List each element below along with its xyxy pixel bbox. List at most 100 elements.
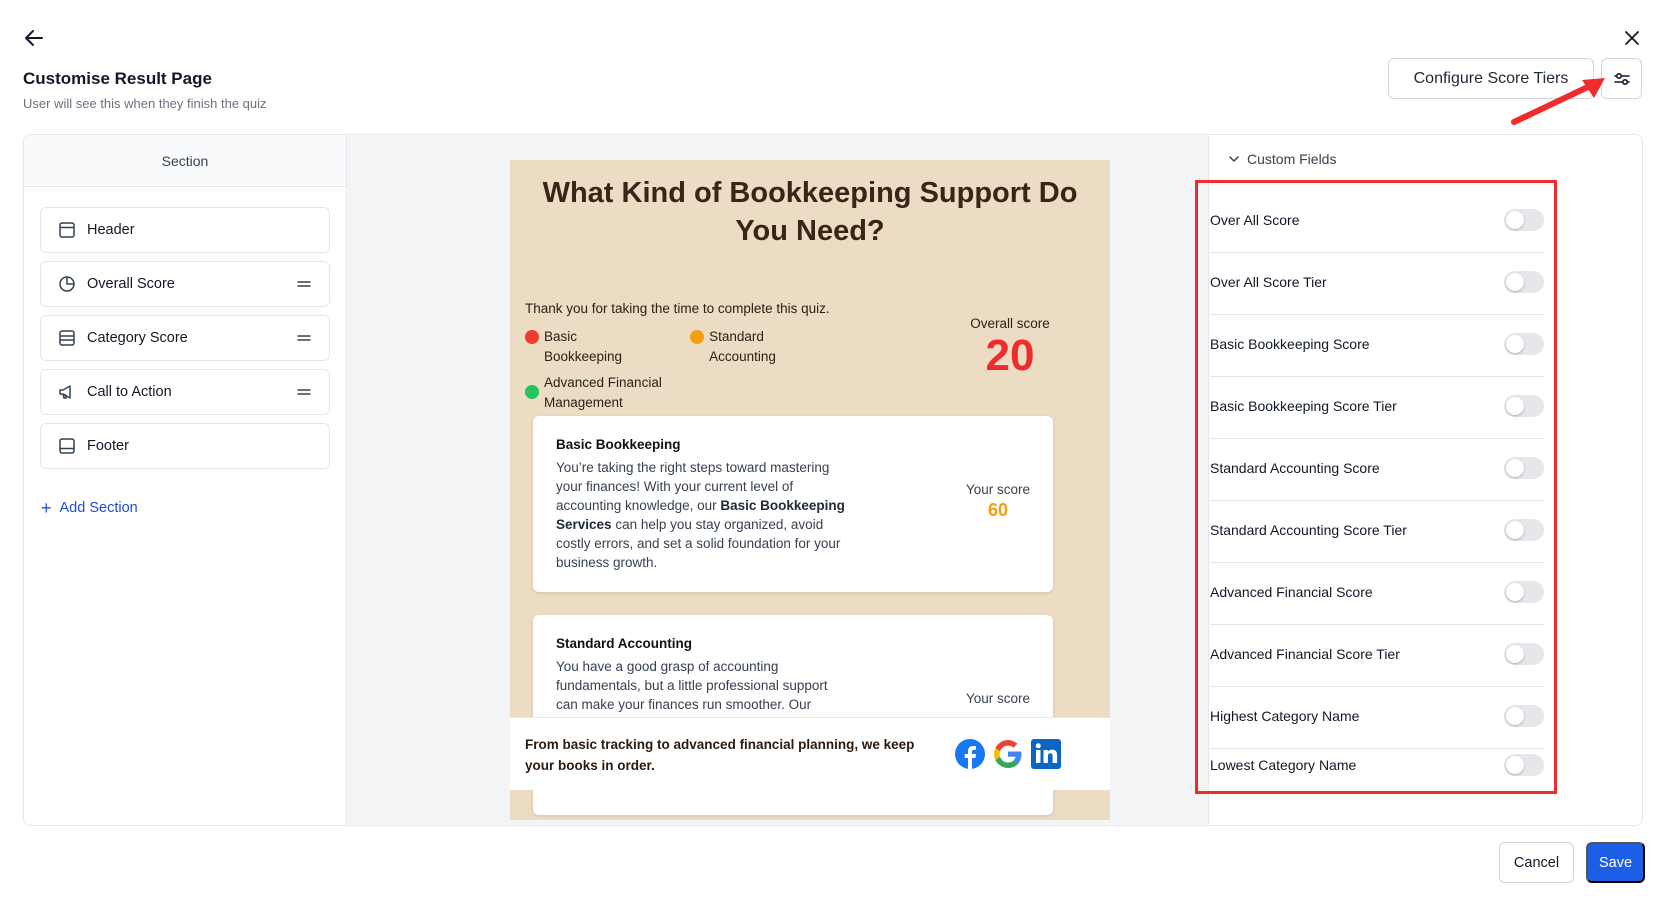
legend-dot-green	[525, 385, 539, 399]
field-label: Basic Bookkeeping Score Tier	[1210, 397, 1397, 414]
section-heading: Section	[24, 135, 346, 187]
customise-result-page: Customise Result Page User will see this…	[0, 0, 1666, 901]
linkedin-icon[interactable]	[1030, 738, 1062, 770]
facebook-icon[interactable]	[954, 738, 986, 770]
section-item-overall-score[interactable]: Overall Score	[40, 261, 330, 307]
overall-score-block: Overall score 20	[950, 316, 1070, 381]
category-description: You’re taking the right steps toward mas…	[556, 460, 845, 570]
page-title: Customise Result Page	[23, 69, 212, 88]
field-row: Highest Category Name	[1210, 683, 1544, 749]
plus-icon: +	[41, 498, 52, 518]
drag-handle-icon[interactable]	[295, 278, 313, 290]
legend-dot-orange	[690, 330, 705, 344]
cancel-button[interactable]: Cancel	[1499, 842, 1574, 883]
toggle-switch[interactable]	[1504, 518, 1544, 541]
drag-handle-icon[interactable]	[295, 386, 313, 398]
add-section-label: Add Section	[59, 500, 138, 516]
overall-score-label: Overall score	[970, 316, 1050, 331]
field-row: Basic Bookkeeping Score Tier	[1210, 373, 1544, 439]
toggle-switch[interactable]	[1504, 754, 1544, 776]
your-score-label: Your score	[965, 482, 1031, 497]
legend-label: Basic Bookkeeping	[544, 329, 623, 364]
legend-label: Advanced Financial Management	[544, 375, 662, 410]
toggle-switch[interactable]	[1504, 270, 1544, 293]
your-score-block: Your score	[953, 691, 1043, 706]
category-description: You have a good grasp of accounting fund…	[556, 659, 828, 712]
legend-dot-red	[525, 330, 539, 344]
footer-text: From basic tracking to advanced financia…	[525, 737, 915, 773]
sliders-icon	[1612, 69, 1632, 89]
close-icon[interactable]	[1622, 28, 1642, 48]
footer-layout-icon	[57, 436, 77, 456]
toggle-switch[interactable]	[1504, 642, 1544, 665]
category-name: Standard Accounting	[556, 636, 693, 651]
field-row: Basic Bookkeeping Score	[1210, 311, 1544, 377]
your-score-label: Your score	[965, 691, 1031, 706]
toggle-switch[interactable]	[1504, 332, 1544, 355]
save-button[interactable]: Save	[1586, 842, 1645, 883]
field-label: Standard Accounting Score	[1210, 459, 1380, 476]
toggle-switch[interactable]	[1504, 704, 1544, 727]
annotation-arrow-icon	[1510, 76, 1610, 128]
google-icon[interactable]	[992, 738, 1024, 770]
editor-panel: Section Header Overall Score Category Sc…	[23, 134, 1643, 826]
your-score-value: 60	[987, 500, 1009, 520]
legend-label: Standard Accounting	[709, 329, 776, 364]
section-item-label: Call to Action	[87, 384, 172, 400]
layout-icon	[57, 220, 77, 240]
field-label: Over All Score Tier	[1210, 273, 1327, 290]
section-item-label: Footer	[87, 438, 129, 454]
back-arrow-icon[interactable]	[22, 26, 46, 50]
field-label: Over All Score	[1210, 211, 1300, 228]
field-row: Standard Accounting Score Tier	[1210, 497, 1544, 563]
section-item-label: Overall Score	[87, 276, 175, 292]
field-label: Highest Category Name	[1210, 707, 1360, 724]
legend-item: Basic Bookkeeping	[525, 327, 658, 367]
field-label: Basic Bookkeeping Score	[1210, 335, 1370, 352]
pie-chart-icon	[57, 274, 77, 294]
section-item-label: Category Score	[87, 330, 188, 346]
legend-item: Standard Accounting	[690, 327, 833, 367]
section-item-label: Header	[87, 222, 135, 238]
legend-item: Advanced Financial Management	[525, 373, 675, 413]
section-item-header[interactable]: Header	[40, 207, 330, 253]
custom-fields-toggle[interactable]: Custom Fields	[1209, 135, 1642, 183]
section-item-footer[interactable]: Footer	[40, 423, 330, 469]
toggle-switch[interactable]	[1504, 208, 1544, 231]
highlighted-field-list: Over All Score Over All Score Tier Basic…	[1195, 180, 1557, 794]
field-row: Advanced Financial Score Tier	[1210, 621, 1544, 687]
add-section-button[interactable]: + Add Section	[41, 499, 346, 517]
toggle-switch[interactable]	[1504, 394, 1544, 417]
your-score-block: Your score 60	[953, 482, 1043, 521]
quiz-title: What Kind of Bookkeeping Support Do You …	[542, 177, 1078, 247]
thanks-text: Thank you for taking the time to complet…	[525, 301, 830, 316]
field-row: Standard Accounting Score	[1210, 435, 1544, 501]
field-row: Over All Score	[1210, 187, 1544, 253]
field-row: Over All Score Tier	[1210, 249, 1544, 315]
overall-score-value: 20	[985, 331, 1035, 380]
field-label: Standard Accounting Score Tier	[1210, 521, 1407, 538]
custom-fields-heading: Custom Fields	[1247, 151, 1337, 167]
category-legend: Basic Bookkeeping Standard Accounting Ad…	[525, 327, 865, 419]
social-icons	[954, 738, 1062, 770]
result-preview-card: What Kind of Bookkeeping Support Do You …	[510, 160, 1110, 820]
field-label: Lowest Category Name	[1210, 757, 1357, 773]
section-item-category-score[interactable]: Category Score	[40, 315, 330, 361]
category-name: Basic Bookkeeping	[556, 437, 681, 452]
toggle-switch[interactable]	[1504, 456, 1544, 479]
custom-fields-panel: Custom Fields Over All Score Over All Sc…	[1195, 135, 1642, 825]
field-row: Advanced Financial Score	[1210, 559, 1544, 625]
section-item-call-to-action[interactable]: Call to Action	[40, 369, 330, 415]
list-icon	[57, 328, 77, 348]
category-card: Basic Bookkeeping You’re taking the righ…	[533, 416, 1053, 592]
page-subtitle: User will see this when they finish the …	[23, 96, 267, 111]
megaphone-icon	[57, 382, 77, 402]
field-label: Advanced Financial Score Tier	[1210, 645, 1400, 662]
toggle-switch[interactable]	[1504, 580, 1544, 603]
field-row: Lowest Category Name	[1210, 743, 1544, 787]
preview-area: What Kind of Bookkeeping Support Do You …	[347, 135, 1309, 825]
section-sidebar: Section Header Overall Score Category Sc…	[24, 135, 347, 825]
chevron-down-icon	[1227, 152, 1241, 166]
preview-footer: From basic tracking to advanced financia…	[510, 717, 1110, 790]
drag-handle-icon[interactable]	[295, 332, 313, 344]
